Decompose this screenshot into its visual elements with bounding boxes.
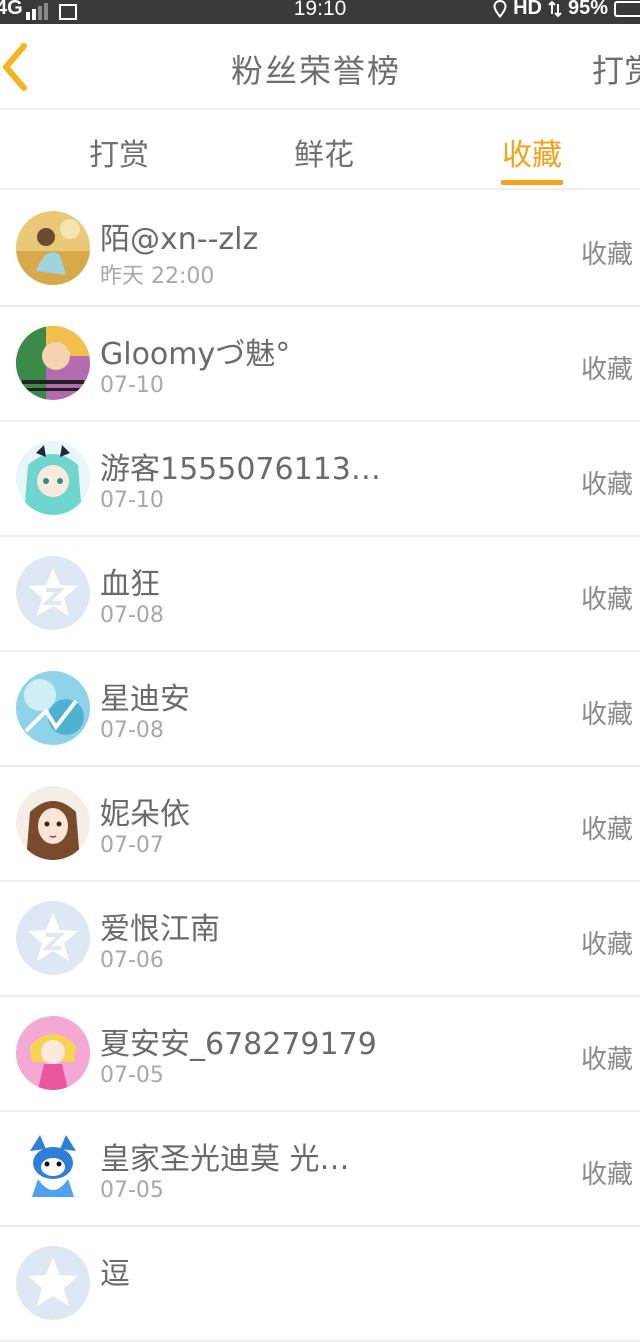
user-name: 皇家圣光迪莫 光… <box>100 1142 350 1177</box>
status-bar: 4G 19:10 HD 95% <box>0 0 640 24</box>
battery-percent: 95% <box>567 0 608 19</box>
avatar[interactable] <box>16 1246 90 1320</box>
location-icon <box>493 0 507 18</box>
avatar-pink-girl-icon <box>16 1016 90 1090</box>
avatar[interactable] <box>16 671 90 745</box>
user-name: 游客1555076113… <box>100 452 381 487</box>
timestamp: 07-10 <box>100 488 164 513</box>
battery-icon <box>614 0 640 17</box>
timestamp: 07-08 <box>100 718 164 743</box>
tab-reward[interactable]: 打赏 <box>89 130 149 174</box>
active-tab-indicator <box>501 180 563 185</box>
user-name: 星迪安 <box>100 682 190 717</box>
tab-flowers[interactable]: 鲜花 <box>294 130 354 174</box>
avatar[interactable] <box>16 1016 90 1090</box>
list-item[interactable]: 爱恨江南 07-06 收藏 <box>0 882 640 997</box>
action-label: 收藏 <box>581 815 634 845</box>
timestamp: 07-10 <box>100 373 164 398</box>
timestamp: 07-05 <box>100 1178 164 1203</box>
list-item[interactable]: 血狂 07-08 收藏 <box>0 537 640 652</box>
avatar-blue-mascot-icon <box>16 1131 90 1205</box>
timestamp: 昨天 22:00 <box>100 264 215 289</box>
avatar-anime-teal-icon <box>16 441 90 515</box>
list-item[interactable]: 逗 <box>0 1227 640 1342</box>
hd-indicator: HD <box>513 0 542 19</box>
action-label: 收藏 <box>581 240 634 270</box>
list-item[interactable]: 星迪安 07-08 收藏 <box>0 652 640 767</box>
list-item[interactable]: 妮朵依 07-07 收藏 <box>0 767 640 882</box>
timestamp: 07-07 <box>100 833 164 858</box>
action-label: 收藏 <box>581 585 634 615</box>
reward-link[interactable]: 打赏 <box>592 46 640 92</box>
avatar[interactable] <box>16 1131 90 1205</box>
list-item[interactable]: 皇家圣光迪莫 光… 07-05 收藏 <box>0 1112 640 1227</box>
user-name: 夏安安_678279179 <box>100 1027 377 1062</box>
avatar[interactable] <box>16 211 90 285</box>
user-name: 爱恨江南 <box>100 912 220 947</box>
action-label: 收藏 <box>581 1160 634 1190</box>
avatar-anime-girl-icon <box>16 786 90 860</box>
tab-bar: 打赏 鲜花 收藏 <box>0 110 640 190</box>
avatar-default-star-icon <box>16 901 90 975</box>
user-name: 逗 <box>100 1257 130 1292</box>
timestamp: 07-08 <box>100 603 164 628</box>
tab-favorites[interactable]: 收藏 <box>502 130 562 174</box>
action-label: 收藏 <box>581 470 634 500</box>
avatar-girl-text-icon <box>16 326 90 400</box>
user-name: 陌@xn--zlz <box>100 222 259 257</box>
timestamp: 07-05 <box>100 1063 164 1088</box>
avatar[interactable] <box>16 326 90 400</box>
avatar-blue-art-icon <box>16 671 90 745</box>
timestamp: 07-06 <box>100 948 164 973</box>
action-label: 收藏 <box>581 930 634 960</box>
action-label: 收藏 <box>581 355 634 385</box>
avatar[interactable] <box>16 786 90 860</box>
avatar-default-star-icon <box>16 556 90 630</box>
action-label: 收藏 <box>581 1045 634 1075</box>
page-title: 粉丝荣誉榜 <box>230 52 401 90</box>
list-item[interactable]: 陌@xn--zlz 昨天 22:00 收藏 <box>0 192 640 307</box>
list-item[interactable]: 游客1555076113… 07-10 收藏 <box>0 422 640 537</box>
avatar[interactable] <box>16 901 90 975</box>
avatar[interactable] <box>16 441 90 515</box>
avatar-default-star-icon <box>16 1246 90 1320</box>
avatar-girl-field-icon <box>16 211 90 285</box>
list-item[interactable]: 夏安安_678279179 07-05 收藏 <box>0 997 640 1112</box>
nav-bar: 粉丝荣誉榜 打赏 <box>0 24 640 110</box>
action-label: 收藏 <box>581 700 634 730</box>
user-name: 妮朵依 <box>100 797 190 832</box>
data-arrows-icon <box>548 0 562 17</box>
fan-list: 陌@xn--zlz 昨天 22:00 收藏 Gloomyづ魅° 07-10 收藏 <box>0 192 640 1342</box>
status-right: HD 95% <box>493 0 640 20</box>
list-item[interactable]: Gloomyづ魅° 07-10 收藏 <box>0 307 640 422</box>
avatar[interactable] <box>16 556 90 630</box>
user-name: 血狂 <box>100 567 160 602</box>
user-name: Gloomyづ魅° <box>100 337 291 372</box>
